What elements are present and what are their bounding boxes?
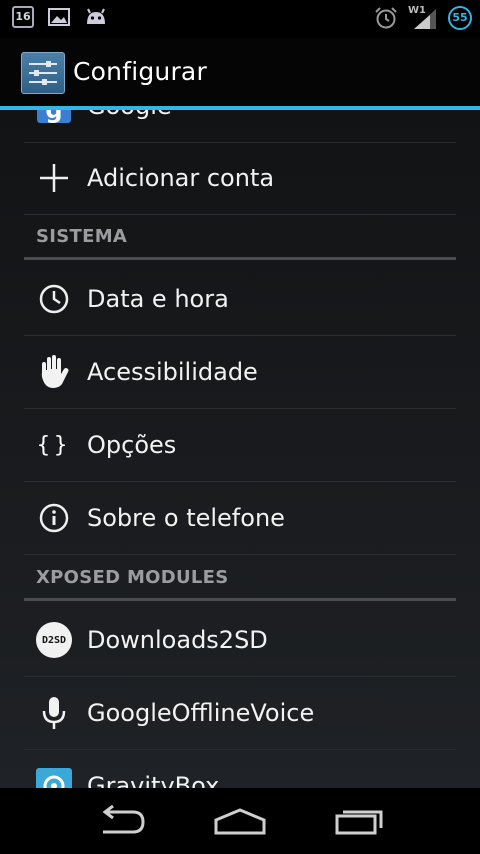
section-header-xposed: XPOSED MODULES bbox=[24, 558, 456, 601]
google-icon: g bbox=[34, 110, 74, 126]
list-item-accessibility[interactable]: Acessibilidade bbox=[24, 336, 456, 409]
list-item-google-offline-voice[interactable]: GoogleOfflineVoice bbox=[24, 677, 456, 750]
back-button[interactable] bbox=[80, 798, 160, 844]
android-icon bbox=[87, 8, 105, 24]
list-item-label: GravityBox bbox=[87, 772, 220, 788]
info-icon bbox=[34, 498, 74, 538]
list-item-label: GoogleOfflineVoice bbox=[87, 699, 315, 727]
alarm-icon bbox=[375, 7, 397, 29]
recent-apps-icon bbox=[335, 810, 383, 835]
settings-sliders-icon[interactable] bbox=[21, 52, 65, 94]
list-item-label: Opções bbox=[87, 431, 177, 459]
list-item-downloads2sd[interactable]: D2SD Downloads2SD bbox=[24, 604, 456, 677]
list-item-add-account[interactable]: Adicionar conta bbox=[24, 142, 456, 215]
section-header-system: SISTEMA bbox=[24, 217, 456, 260]
navigation-bar bbox=[0, 788, 480, 854]
home-button[interactable] bbox=[200, 798, 280, 844]
settings-list[interactable]: g Google Adicionar conta SISTEMA Data e … bbox=[0, 110, 480, 788]
d2sd-app-icon: D2SD bbox=[34, 620, 74, 660]
list-item-gravitybox[interactable]: GravityBox bbox=[24, 750, 456, 788]
image-icon bbox=[48, 8, 70, 26]
section-title: XPOSED MODULES bbox=[36, 567, 229, 588]
status-bar: 16 W1 55 bbox=[0, 0, 480, 38]
list-item-label: Sobre o telefone bbox=[87, 504, 285, 532]
list-item-label: Data e hora bbox=[87, 285, 229, 313]
page-title: Configurar bbox=[73, 57, 207, 86]
back-icon bbox=[102, 804, 145, 834]
section-title: SISTEMA bbox=[36, 226, 128, 247]
list-item-date-time[interactable]: Data e hora bbox=[24, 263, 456, 336]
signal-icon bbox=[414, 9, 436, 29]
plus-icon bbox=[34, 158, 74, 198]
gravitybox-app-icon bbox=[34, 766, 74, 788]
microphone-icon bbox=[34, 693, 74, 733]
braces-icon: {} bbox=[36, 432, 72, 458]
list-item-label: Google bbox=[87, 110, 172, 120]
hand-icon bbox=[34, 352, 74, 392]
list-item-options[interactable]: {} Opções bbox=[24, 409, 456, 482]
recent-apps-button[interactable] bbox=[320, 798, 400, 844]
list-item-google[interactable]: g Google bbox=[24, 110, 456, 143]
list-item-label: Acessibilidade bbox=[87, 358, 258, 386]
list-item-label: Adicionar conta bbox=[87, 164, 275, 192]
wifi-signal-group: W1 bbox=[408, 5, 438, 31]
battery-icon: 55 bbox=[448, 6, 472, 30]
home-icon bbox=[214, 808, 266, 835]
list-item-label: Downloads2SD bbox=[87, 626, 268, 654]
d2sd-badge: D2SD bbox=[36, 622, 72, 658]
list-item-about-phone[interactable]: Sobre o telefone bbox=[24, 482, 456, 555]
action-bar: Configurar bbox=[0, 38, 480, 110]
calendar-icon: 16 bbox=[12, 6, 34, 28]
clock-icon bbox=[34, 279, 74, 319]
